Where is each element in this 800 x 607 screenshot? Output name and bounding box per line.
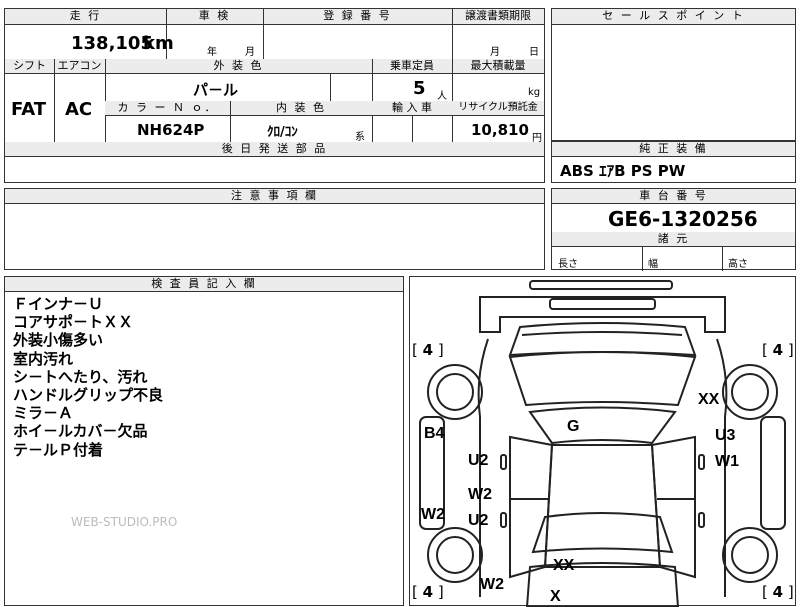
import-label: 輸 入 車 (372, 101, 452, 116)
car-diagram-box: [ 4 ] [ 4 ] [ 4 ] [ 4 ] G XX B4 U2 U3 W1… (409, 276, 796, 607)
int-color-label: 内 装 色 (230, 101, 372, 116)
mark-rear-left-door-1: W2 (468, 486, 492, 503)
ext-color-value: パ－ル (193, 81, 239, 99)
mark-rear-left-door-2: U2 (468, 512, 489, 529)
note-line: ハンドルグリップ不良 (13, 386, 164, 405)
caution-label: 注 意 事 項 欄 (5, 189, 544, 204)
note-line: コアサポ－トＸＸ (13, 313, 134, 332)
note-line: 室内汚れ (13, 349, 74, 368)
color-no-value: NH624P (137, 121, 205, 139)
max-load-label: 最大積載量 (452, 59, 544, 74)
dims-height: 高さ (728, 259, 748, 270)
note-line: Ｆインナ－Ｕ (13, 295, 104, 313)
inspection-label: 車 検 (166, 9, 263, 25)
mileage-unit: km (143, 33, 174, 54)
note-line: ミラ－Ａ (13, 404, 74, 423)
note-line: シ－トへたり、汚れ (13, 367, 148, 386)
recycle-value: 10,810 (471, 121, 529, 139)
capacity-unit: 人 (437, 91, 447, 102)
mark-front-right-fender: XX (698, 391, 720, 408)
mark-front-left-pillar: B4 (424, 425, 445, 442)
mileage-value: 138,105 (71, 33, 153, 54)
sales-point-label: セ ー ル ス ポ イ ン ト (552, 9, 795, 25)
ac-label: エアコン (54, 59, 105, 74)
chassis-box: 車 台 番 号 GE6-1320256 諸 元 長さ 幅 高さ (551, 188, 796, 271)
inspection-year: 年 (207, 47, 217, 58)
capacity-label: 乗車定員 (372, 59, 452, 74)
tire-rear-left-label: [ 4 ] (412, 583, 444, 601)
max-load-unit: kg (528, 87, 541, 98)
mark-rear-center: X (550, 588, 561, 605)
transfer-deadline-label: 譲渡書類期限 (452, 9, 544, 25)
shift-label: シフト (5, 59, 54, 74)
later-parts-label: 後 日 発 送 部 品 (5, 142, 544, 157)
chassis-value: GE6-1320256 (608, 207, 758, 231)
tire-rear-right-label: [ 4 ] (762, 583, 794, 601)
registration-label: 登 録 番 号 (263, 9, 452, 25)
ac-value: AC (65, 99, 93, 120)
dims-width: 幅 (648, 259, 658, 270)
mark-rear-left: W2 (480, 576, 504, 593)
transfer-month: 月 (490, 47, 500, 58)
inspector-label: 検 査 員 記 入 欄 (5, 277, 403, 292)
tire-front-left-label: [ 4 ] (412, 341, 444, 359)
vehicle-info-table: 走 行 車 検 登 録 番 号 譲渡書類期限 138,105 km 年 月 月 … (4, 8, 545, 183)
recycle-label: リサイクル預託金 (452, 101, 544, 116)
mileage-label: 走 行 (5, 9, 166, 25)
note-line: 外装小傷多い (13, 331, 104, 350)
equipment-label: 純 正 装 備 (552, 142, 795, 157)
inspector-box: 検 査 員 記 入 欄 Ｆインナ－Ｕ コアサポ－トＸＸ 外装小傷多い 室内汚れ … (4, 276, 404, 606)
mark-front-left-door: U2 (468, 452, 489, 469)
mark-front-right-door-1: U3 (715, 427, 736, 444)
sales-point-box: セ ー ル ス ポ イ ン ト (551, 8, 796, 141)
dims-label: 諸 元 (552, 232, 795, 247)
chassis-label: 車 台 番 号 (552, 189, 795, 204)
mark-left-sill: W2 (421, 506, 445, 523)
int-color-value: ｸﾛ/ｺﾝ (267, 125, 298, 140)
equipment-value: ABS ｴｱB PS PW (560, 162, 686, 180)
mark-trunk: XX (553, 557, 575, 574)
dims-length: 長さ (558, 259, 578, 270)
car-diagram (419, 280, 786, 607)
equipment-box: 純 正 装 備 ABS ｴｱB PS PW (551, 141, 796, 183)
shift-value: FAT (11, 99, 47, 120)
inspection-month: 月 (245, 47, 255, 58)
mark-roof: G (567, 418, 580, 435)
color-no-label: カ ラ ー Ｎ ｏ． (105, 101, 230, 116)
tire-front-right-label: [ 4 ] (762, 341, 794, 359)
watermark: WEB-STUDIO.PRO (71, 515, 178, 529)
mark-front-right-door-2: W1 (715, 453, 739, 470)
capacity-value: 5 (413, 78, 426, 99)
note-line: ホイ－ルカバ－欠品 (13, 422, 148, 441)
ext-color-label: 外 装 色 (105, 59, 372, 74)
inspector-notes: Ｆインナ－Ｕ コアサポ－トＸＸ 外装小傷多い 室内汚れ シ－トへたり、汚れ ハン… (13, 295, 163, 459)
caution-box: 注 意 事 項 欄 (4, 188, 545, 270)
note-line: テ－ルＰ付着 (13, 440, 104, 459)
int-color-suffix: 系 (355, 132, 365, 143)
transfer-day: 日 (529, 47, 539, 58)
